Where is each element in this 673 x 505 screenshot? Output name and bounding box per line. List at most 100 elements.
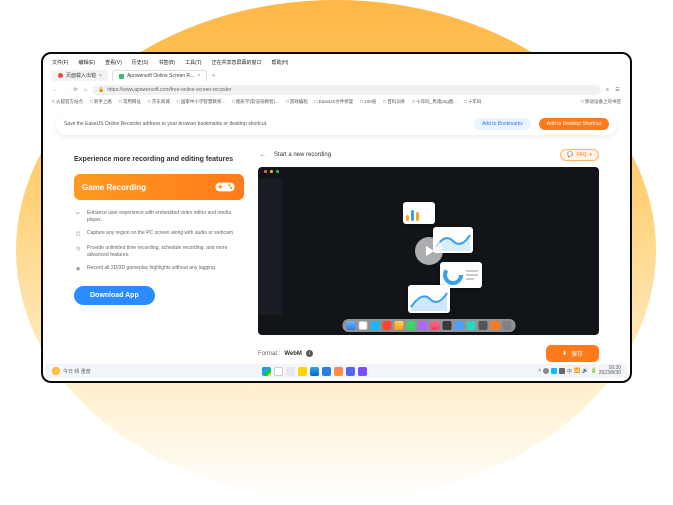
search-icon[interactable] <box>274 367 283 376</box>
bookmark-prompt-banner: Save the EaseUS Online Recorder address … <box>56 113 617 135</box>
home-button[interactable]: ⌂ <box>82 87 89 94</box>
clock-icon: ◷ <box>74 245 82 253</box>
menu-history[interactable]: 历史(S) <box>132 59 149 66</box>
format-row: Format : WebM i ⬇ 保存 <box>258 345 599 362</box>
features-heading: Experience more recording and editing fe… <box>74 155 244 164</box>
address-bar[interactable]: 🔒 https://www.apowersoft.com/free-online… <box>92 85 601 95</box>
taskbar-app[interactable] <box>298 367 307 376</box>
close-icon[interactable]: × <box>99 73 102 79</box>
bookmark-item[interactable]: □ 100张 <box>360 99 376 105</box>
format-label: Format : <box>258 351 280 357</box>
game-recording-pill[interactable]: Game Recording <box>74 174 244 200</box>
feature-item: ◉Record all 2D/3D gameplay highlights wi… <box>74 265 244 273</box>
bookmark-item[interactable]: □ 火狐官方站点 <box>52 99 83 105</box>
menu-file[interactable]: 文件(F) <box>52 59 68 66</box>
reload-button[interactable]: ⟳ <box>72 87 79 94</box>
crop-icon: ◫ <box>74 230 82 238</box>
play-icon <box>423 245 435 257</box>
tab-label: Apowersoft Online Screen R... <box>127 73 194 79</box>
faq-button[interactable]: 💬 FAQ ▾ <box>560 149 599 161</box>
bookmark-item[interactable]: □ 图形学(软渲染教程)... <box>232 99 279 105</box>
left-column: Experience more recording and editing fe… <box>74 141 244 362</box>
taskbar-weather[interactable]: 今日 晴 重度 <box>46 367 91 375</box>
bookmark-item[interactable]: □ 游戏编程 <box>286 99 308 105</box>
bookmark-item[interactable]: □ 京东商城 <box>148 99 170 105</box>
taskbar-center <box>262 367 367 376</box>
tab-bar: 页面载入出错 × Apowersoft Online Screen R... ×… <box>46 68 627 83</box>
menu-bookmarks[interactable]: 书签(B) <box>158 59 175 66</box>
recording-preview[interactable] <box>258 167 599 335</box>
toolbar: ← → ⟳ ⌂ 🔒 https://www.apowersoft.com/fre… <box>46 83 627 97</box>
new-tab-button[interactable]: ＋ <box>211 72 216 79</box>
system-tray[interactable]: ˄ 中 📶 🔊 🔋 16:30 2023/8/30 <box>538 366 627 376</box>
favicon-icon <box>119 74 124 79</box>
menu-help[interactable]: 帮助(H) <box>271 59 288 66</box>
recording-header: ← Start a new recording 💬 FAQ ▾ <box>258 149 599 161</box>
menu-sharing[interactable]: 正在共享您屏幕的窗口 <box>211 59 261 66</box>
game-recording-label: Game Recording <box>82 183 146 192</box>
bookmark-item[interactable]: □ 百科词条 <box>383 99 405 105</box>
bookmarks-bar: □ 火狐官方站点 □ 新手上路 □ 常用网址 □ 京东商城 □ 国家中小学智慧教… <box>46 97 627 107</box>
tray-icon[interactable] <box>551 368 557 374</box>
chevron-up-icon[interactable]: ˄ <box>538 368 541 374</box>
bookmark-item[interactable]: □ EaseUS文件修复 <box>315 99 353 105</box>
tab-label: 页面载入出错 <box>66 72 96 79</box>
taskbar-app[interactable] <box>346 367 355 376</box>
chevron-down-icon: ▾ <box>589 152 592 158</box>
menu-bar: 文件(F) 编辑(E) 查看(V) 历史(S) 书签(B) 工具(T) 正在共享… <box>46 57 627 68</box>
feature-item: ◫Capture any region on the PC screen alo… <box>74 230 244 238</box>
taskbar-app[interactable] <box>358 367 367 376</box>
taskbar-app[interactable] <box>334 367 343 376</box>
feature-item: ✂Enhance user experience with embedded v… <box>74 210 244 223</box>
add-to-bookmarks-button[interactable]: Add to Bookmarks <box>474 118 531 130</box>
task-view-icon[interactable] <box>286 367 295 376</box>
url-text: https://www.apowersoft.com/free-online-s… <box>107 87 231 93</box>
bookmark-item[interactable]: □ 国家中小学智慧教育... <box>177 99 225 105</box>
feature-item: ◷Provide unlimited time recording, sched… <box>74 245 244 258</box>
menu-tools[interactable]: 工具(T) <box>185 59 201 66</box>
tray-icon[interactable] <box>543 368 549 374</box>
scissors-icon: ✂ <box>74 210 82 218</box>
bookmark-item[interactable]: □ 移动设备上的书签 <box>581 99 621 105</box>
taskbar-app[interactable] <box>322 367 331 376</box>
mac-dock <box>342 319 515 332</box>
bookmark-item[interactable]: □ 新手上路 <box>90 99 112 105</box>
ime-icon[interactable]: 中 <box>567 368 572 375</box>
start-recording-title: Start a new recording <box>274 152 331 158</box>
menu-button[interactable]: ☰ <box>614 87 621 94</box>
tray-icon[interactable] <box>559 368 565 374</box>
start-button[interactable] <box>262 367 271 376</box>
extensions-button[interactable]: ≡ <box>604 87 611 94</box>
play-button[interactable] <box>415 237 443 265</box>
menu-view[interactable]: 查看(V) <box>105 59 122 66</box>
record-icon: ◉ <box>74 265 82 273</box>
right-column: ← Start a new recording 💬 FAQ ▾ <box>258 141 599 362</box>
page-content: Experience more recording and editing fe… <box>46 141 627 362</box>
clock-date: 2023/8/30 <box>599 371 621 376</box>
tab-error[interactable]: 页面载入出错 × <box>52 70 108 81</box>
windows-taskbar: 今日 晴 重度 ˄ 中 📶 🔊 🔋 16:30 2023/8/30 <box>46 364 627 378</box>
wifi-icon[interactable]: 📶 <box>574 368 580 374</box>
tab-apowersoft[interactable]: Apowersoft Online Screen R... × <box>112 70 207 81</box>
download-app-button[interactable]: Download App <box>74 286 155 305</box>
info-icon[interactable]: i <box>306 350 313 357</box>
back-arrow-icon[interactable]: ← <box>258 150 268 160</box>
bookmark-item[interactable]: □ 常用网址 <box>119 99 141 105</box>
forward-button[interactable]: → <box>62 87 69 94</box>
add-to-desktop-button[interactable]: Add to Desktop Shortcut <box>539 118 609 130</box>
bookmark-item[interactable]: □ 十年码_馬達png图... <box>412 99 457 105</box>
battery-icon[interactable]: 🔋 <box>591 368 597 374</box>
volume-icon[interactable]: 🔊 <box>582 368 588 374</box>
taskbar-app[interactable] <box>310 367 319 376</box>
menu-edit[interactable]: 编辑(E) <box>78 59 95 66</box>
format-value: WebM <box>284 351 302 357</box>
back-button[interactable]: ← <box>52 87 59 94</box>
bookmark-item[interactable]: □ 十年码 <box>464 99 481 105</box>
error-icon <box>58 73 63 78</box>
download-icon: ⬇ <box>562 350 567 357</box>
save-button[interactable]: ⬇ 保存 <box>546 345 599 362</box>
features-list: ✂Enhance user experience with embedded v… <box>74 210 244 273</box>
close-icon[interactable]: × <box>197 73 200 79</box>
banner-text: Save the EaseUS Online Recorder address … <box>64 121 466 127</box>
gamepad-icon <box>214 180 236 194</box>
